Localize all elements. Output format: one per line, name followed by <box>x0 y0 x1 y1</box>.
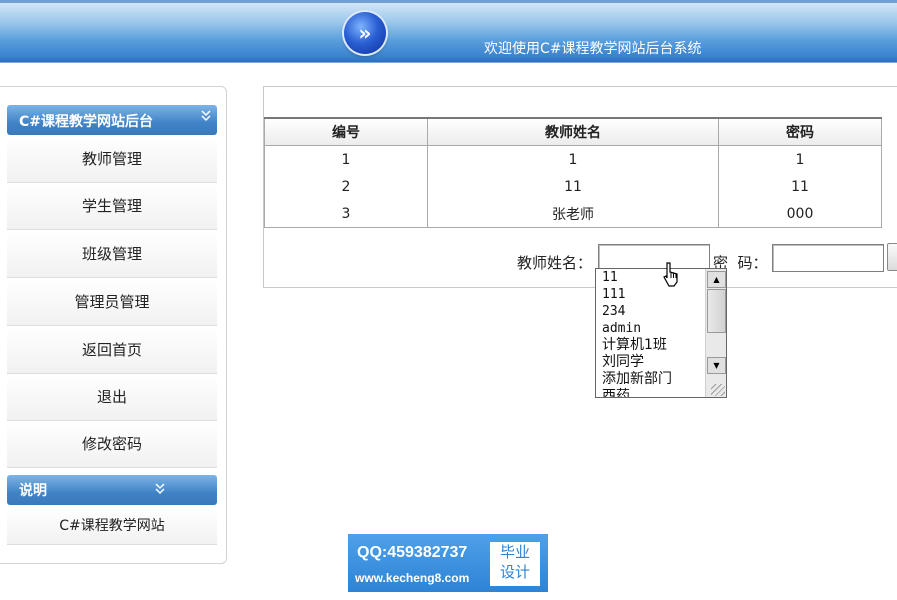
sidebar-item-student-management[interactable]: 学生管理 <box>7 183 217 230</box>
column-header-password[interactable]: 密码 <box>718 117 882 146</box>
cell-id: 3 <box>264 200 428 228</box>
sidebar-info-item[interactable]: C#课程教学网站 <box>7 508 217 545</box>
sidebar-item-teacher-management[interactable]: 教师管理 <box>7 136 217 183</box>
cell-password: 11 <box>718 173 882 200</box>
sidebar-info-title: 说明 <box>19 483 47 499</box>
dropdown-scrollbar[interactable]: ▲ ▼ <box>705 269 726 397</box>
cell-teacher-name: 1 <box>427 145 719 173</box>
sidebar-section-header-info[interactable]: 说明 <box>7 475 217 505</box>
cell-id: 1 <box>264 145 428 173</box>
autocomplete-list: 11 111 234 admin 计算机1班 刘同学 添加新部门 西药 <box>596 269 706 397</box>
watermark-banner: QQ:459382737 www.kecheng8.com 毕业 设计 <box>348 534 548 592</box>
watermark-badge-line1: 毕业 <box>499 543 530 561</box>
autocomplete-option[interactable]: admin <box>602 320 706 337</box>
autocomplete-option[interactable]: 计算机1班 <box>602 337 706 354</box>
submit-button-partial[interactable] <box>887 243 897 271</box>
cell-id: 2 <box>264 173 428 200</box>
banner-top-line <box>0 0 897 3</box>
cell-password: 1 <box>718 145 882 173</box>
scroll-up-arrow-icon[interactable]: ▲ <box>707 271 726 288</box>
autocomplete-option[interactable]: 11 <box>602 269 706 286</box>
autocomplete-option[interactable]: 刘同学 <box>602 354 706 371</box>
cell-teacher-name: 张老师 <box>427 200 719 228</box>
sidebar-item-class-management[interactable]: 班级管理 <box>7 231 217 278</box>
sidebar-item-home[interactable]: 返回首页 <box>7 327 217 374</box>
scroll-down-arrow-icon[interactable]: ▼ <box>707 357 726 374</box>
watermark-qq: QQ:459382737 <box>357 544 468 561</box>
teacher-name-label: 教师姓名： <box>517 254 593 272</box>
autocomplete-option[interactable]: 西药 <box>602 388 706 397</box>
table-row[interactable]: 3 张老师 000 <box>264 200 882 228</box>
double-chevron-logo-icon: » <box>344 12 386 54</box>
table-row[interactable]: 2 11 11 <box>264 173 882 200</box>
collapse-chevron-icon[interactable] <box>155 483 165 498</box>
scrollbar-thumb[interactable] <box>707 289 726 333</box>
column-header-teacher-name[interactable]: 教师姓名 <box>427 117 719 146</box>
cell-teacher-name: 11 <box>427 173 719 200</box>
welcome-text: 欢迎使用C#课程教学网站后台系统 <box>484 41 702 57</box>
watermark-badge: 毕业 设计 <box>490 542 540 586</box>
table-row[interactable]: 1 1 1 <box>264 145 882 173</box>
sidebar-section-title: C#课程教学网站后台 <box>19 114 154 130</box>
sidebar-item-admin-management[interactable]: 管理员管理 <box>7 279 217 326</box>
autocomplete-option[interactable]: 234 <box>602 303 706 320</box>
sidebar-section-header-main[interactable]: C#课程教学网站后台 <box>7 105 217 135</box>
sidebar: C#课程教学网站后台 教师管理 学生管理 班级管理 管理员管理 返回首页 退出 … <box>0 86 227 564</box>
sidebar-item-logout[interactable]: 退出 <box>7 374 217 421</box>
cell-password: 000 <box>718 200 882 228</box>
watermark-url: www.kecheng8.com <box>355 571 470 585</box>
column-header-id[interactable]: 编号 <box>264 117 428 146</box>
autocomplete-option[interactable]: 111 <box>602 286 706 303</box>
table-header-row: 编号 教师姓名 密码 <box>264 117 882 146</box>
resize-grip-icon[interactable] <box>711 384 725 396</box>
mouse-pointer-cursor-icon <box>663 262 678 287</box>
collapse-chevron-icon[interactable] <box>201 110 211 125</box>
autocomplete-option[interactable]: 添加新部门 <box>602 371 706 388</box>
teacher-table: 编号 教师姓名 密码 1 1 1 2 11 11 3 张老师 000 <box>264 117 882 228</box>
watermark-badge-line2: 设计 <box>499 563 530 581</box>
sidebar-item-change-password[interactable]: 修改密码 <box>7 421 217 468</box>
password-input[interactable] <box>772 244 884 272</box>
top-banner: » 欢迎使用C#课程教学网站后台系统 <box>0 0 897 63</box>
